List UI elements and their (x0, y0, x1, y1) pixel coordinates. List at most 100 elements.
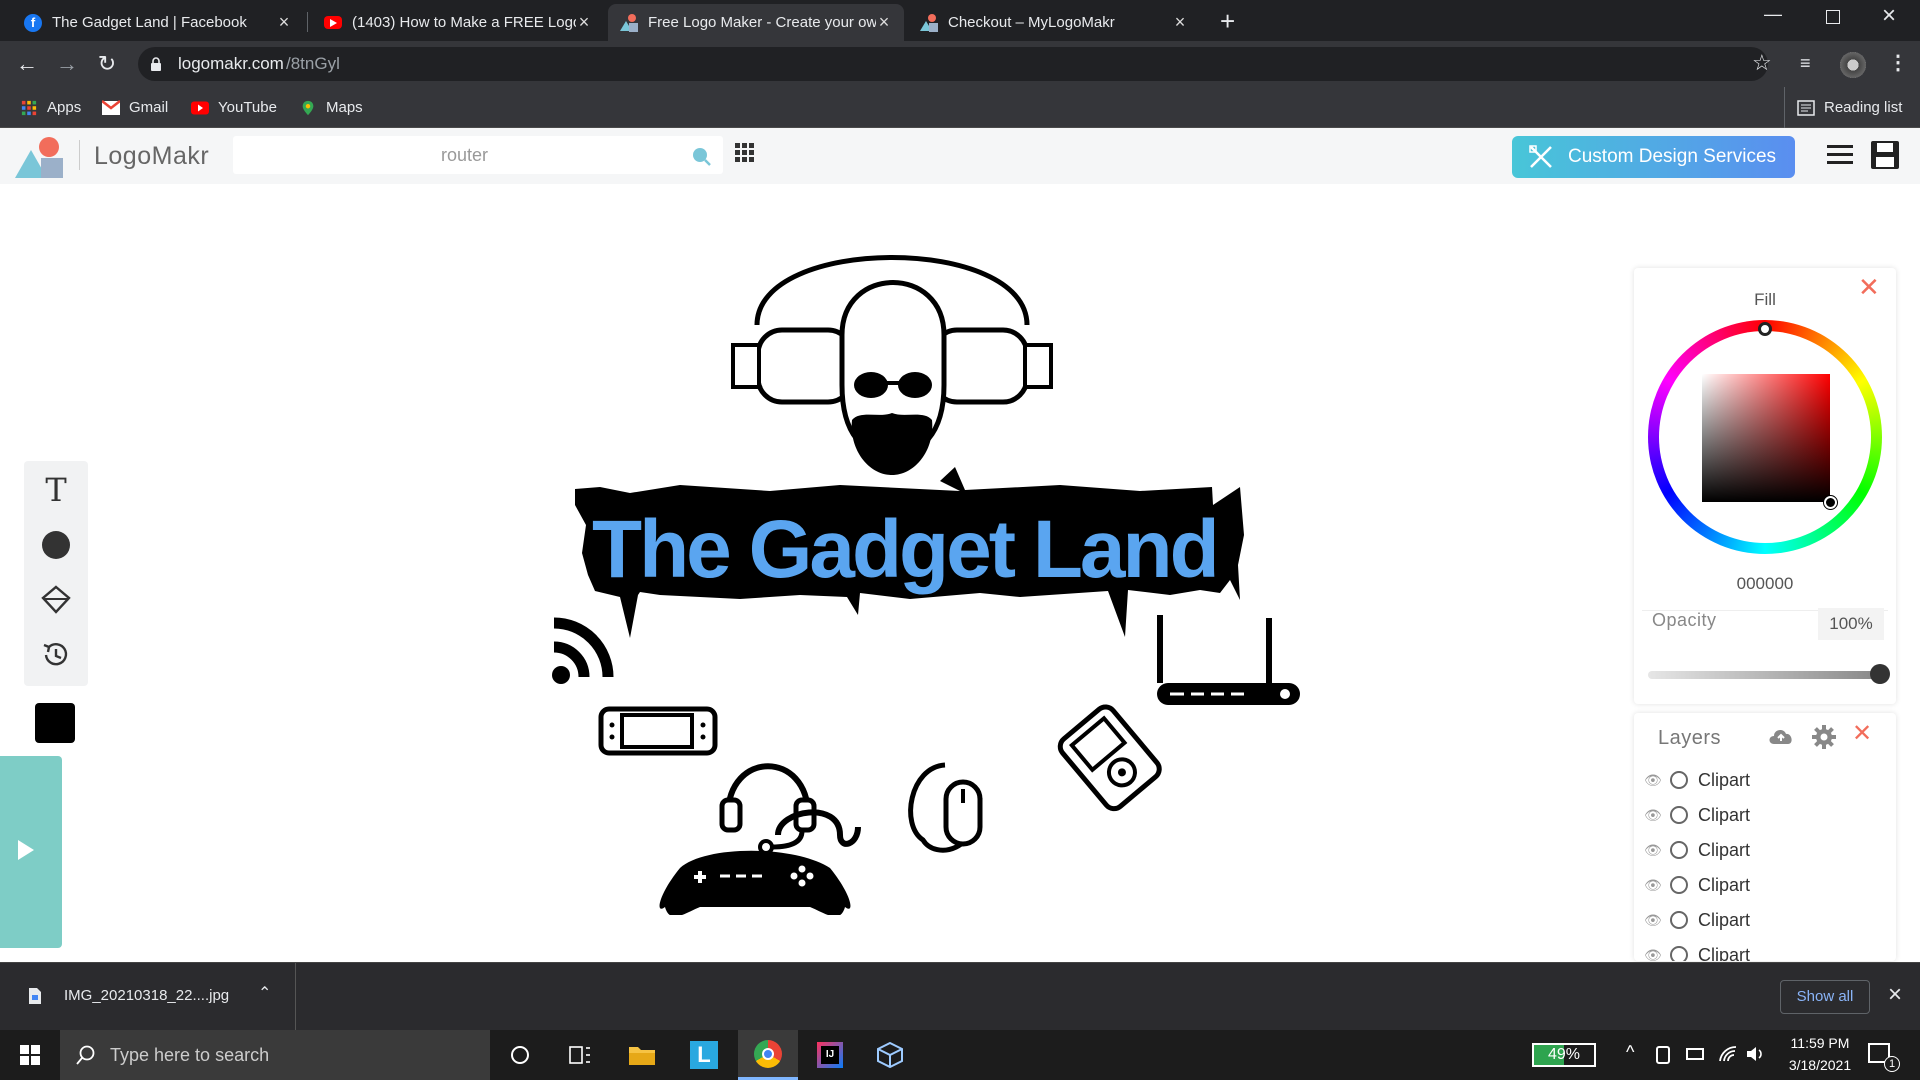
eye-icon[interactable]: 👁 (1644, 877, 1662, 894)
router-clipart[interactable] (1157, 615, 1300, 705)
cortana-icon[interactable] (490, 1030, 550, 1080)
custom-design-services-button[interactable]: Custom Design Services (1512, 136, 1795, 178)
app-l-icon[interactable]: L (674, 1030, 734, 1080)
bookmark-gmail[interactable]: Gmail (102, 87, 168, 128)
logomakr-icon (920, 13, 938, 32)
opacity-value-input[interactable]: 100% (1818, 608, 1884, 640)
virtualbox-icon[interactable] (860, 1030, 920, 1080)
color-picker-handle[interactable] (1824, 496, 1837, 509)
download-item[interactable]: IMG_20210318_22....jpg ⌃ (0, 963, 296, 1030)
history-icon[interactable] (36, 635, 76, 675)
hamburger-menu-icon[interactable] (1827, 144, 1853, 166)
reload-icon[interactable]: ↻ (92, 49, 122, 79)
eye-icon[interactable]: 👁 (1644, 807, 1662, 824)
computer-mouse-clipart[interactable] (908, 762, 983, 853)
layer-row[interactable]: 👁 Clipart (1644, 800, 1750, 830)
download-shelf: IMG_20210318_22....jpg ⌃ Show all × (0, 962, 1920, 1030)
profile-avatar[interactable] (1840, 52, 1866, 78)
layer-row[interactable]: 👁 Clipart (1644, 940, 1750, 961)
close-tab-icon[interactable]: × (576, 12, 592, 33)
save-icon[interactable] (1870, 140, 1900, 170)
clipart-tool-icon[interactable] (36, 580, 76, 620)
reading-list-button[interactable]: Reading list (1797, 87, 1902, 128)
tab-youtube[interactable]: (1403) How to Make a FREE Logo × (312, 4, 604, 41)
eye-icon[interactable]: 👁 (1644, 912, 1662, 929)
logo-artwork[interactable]: The Gadget Land (540, 235, 1310, 915)
youtube-icon (324, 16, 342, 29)
clock-time[interactable]: 11:59 PM (1775, 1035, 1865, 1051)
clipart-search-input[interactable]: router (233, 136, 723, 174)
file-explorer-icon[interactable] (612, 1030, 672, 1080)
music-player-clipart[interactable] (1056, 703, 1163, 813)
opacity-slider-handle[interactable] (1870, 664, 1890, 684)
bearded-man-headphones-clipart[interactable] (731, 255, 1053, 476)
grid-menu-icon[interactable] (735, 143, 755, 163)
gear-icon[interactable] (1812, 725, 1836, 749)
minimize-button[interactable]: — (1764, 4, 1782, 25)
game-console-clipart[interactable] (598, 706, 718, 756)
layer-row[interactable]: 👁 Clipart (1644, 765, 1750, 795)
cloud-upload-icon[interactable] (1768, 725, 1794, 747)
eye-icon[interactable]: 👁 (1644, 772, 1662, 789)
tool-strip: T (24, 461, 88, 686)
gamepad-clipart[interactable] (659, 809, 861, 915)
gmail-icon (102, 99, 120, 115)
opacity-slider[interactable] (1648, 671, 1880, 679)
device-icon[interactable] (1656, 1046, 1670, 1064)
close-tab-icon[interactable]: × (876, 12, 892, 33)
close-download-shelf-icon[interactable]: × (1888, 981, 1902, 1009)
media-control-icon[interactable]: ≡ (1800, 53, 1811, 74)
tab-logomakr-active[interactable]: Free Logo Maker - Create your own × (608, 4, 904, 41)
rss-feed-clipart[interactable] (552, 617, 614, 684)
battery-indicator[interactable]: 49% (1532, 1043, 1596, 1067)
clipart-layer-icon (1670, 911, 1688, 929)
chevron-up-icon[interactable]: ⌃ (258, 983, 271, 1003)
show-all-button[interactable]: Show all (1780, 980, 1870, 1014)
forward-arrow-icon[interactable]: → (52, 49, 82, 79)
bookmark-maps[interactable]: Maps (299, 87, 363, 128)
tab-facebook[interactable]: f The Gadget Land | Facebook × (12, 4, 304, 41)
url-path: /8tnGyl (286, 54, 340, 73)
eye-icon[interactable]: 👁 (1644, 842, 1662, 859)
saturation-value-square[interactable] (1702, 374, 1830, 502)
battery-icon[interactable] (1686, 1048, 1704, 1060)
layer-row[interactable]: 👁 Clipart (1644, 835, 1750, 865)
tab-checkout[interactable]: Checkout – MyLogoMakr × (908, 4, 1200, 41)
clipart-layer-icon (1670, 806, 1688, 824)
intellij-icon[interactable]: IJ (800, 1030, 860, 1080)
search-icon[interactable] (691, 146, 711, 166)
close-tab-icon[interactable]: × (1172, 12, 1188, 33)
side-panel-toggle[interactable] (0, 756, 62, 948)
close-layers-icon[interactable]: ✕ (1852, 719, 1872, 748)
text-tool-icon[interactable]: T (36, 470, 76, 510)
close-window-button[interactable]: × (1882, 2, 1896, 30)
volume-icon[interactable] (1746, 1045, 1766, 1063)
back-arrow-icon[interactable]: ← (12, 49, 42, 79)
chrome-icon[interactable] (738, 1030, 798, 1080)
address-bar[interactable]: logomakr.com /8tnGyl (138, 47, 1768, 81)
close-tab-icon[interactable]: × (276, 12, 292, 33)
eye-icon[interactable]: 👁 (1644, 947, 1662, 962)
shape-tool-icon[interactable] (36, 525, 76, 565)
menu-dots-icon[interactable]: ⋮ (1888, 50, 1908, 75)
chevron-up-icon[interactable]: ^ (1626, 1042, 1634, 1063)
logo-title-text[interactable]: The Gadget Land (592, 504, 1220, 595)
apps-grid-icon (21, 100, 37, 115)
wifi-icon[interactable] (1718, 1045, 1738, 1063)
windows-start-icon[interactable] (0, 1030, 60, 1080)
hex-value[interactable]: 000000 (1634, 574, 1896, 594)
bookmark-apps[interactable]: Apps (20, 87, 81, 128)
current-color-swatch[interactable] (35, 703, 75, 743)
new-tab-button[interactable]: + (1220, 6, 1235, 37)
clock-date[interactable]: 3/18/2021 (1775, 1057, 1865, 1073)
hue-handle[interactable] (1758, 322, 1772, 336)
task-view-icon[interactable] (550, 1030, 610, 1080)
logomakr-wordmark: LogoMakr (94, 142, 210, 170)
taskbar-search-box[interactable]: Type here to search (60, 1030, 490, 1080)
layer-row[interactable]: 👁 Clipart (1644, 905, 1750, 935)
bookmark-youtube[interactable]: YouTube (191, 87, 277, 128)
restore-button[interactable] (1826, 10, 1840, 24)
star-bookmark-icon[interactable]: ☆ (1752, 50, 1772, 76)
headset-clipart[interactable] (719, 763, 817, 855)
layer-row[interactable]: 👁 Clipart (1644, 870, 1750, 900)
